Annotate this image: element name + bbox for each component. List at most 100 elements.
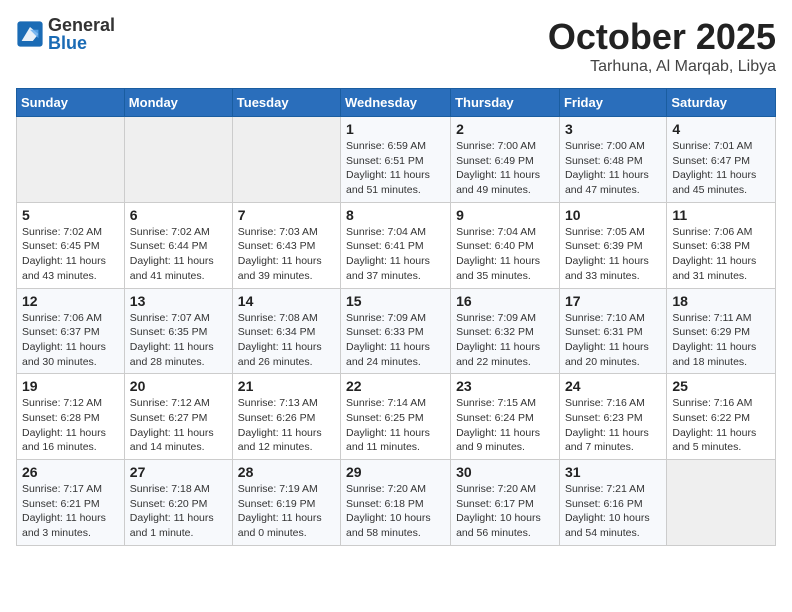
day-number: 30 bbox=[456, 464, 554, 480]
calendar-cell bbox=[232, 117, 340, 203]
day-info: Sunrise: 7:05 AM Sunset: 6:39 PM Dayligh… bbox=[565, 225, 661, 284]
day-number: 11 bbox=[672, 207, 770, 223]
logo-general-text: General bbox=[48, 16, 115, 34]
calendar-cell: 2 Sunrise: 7:00 AM Sunset: 6:49 PM Daylig… bbox=[451, 117, 560, 203]
calendar-cell: 1Sunrise: 6:59 AM Sunset: 6:51 PM Daylig… bbox=[341, 117, 451, 203]
calendar-cell: 10 Sunrise: 7:05 AM Sunset: 6:39 PM Dayli… bbox=[559, 202, 666, 288]
day-number: 4 bbox=[672, 121, 770, 137]
day-number: 31 bbox=[565, 464, 661, 480]
day-number: 24 bbox=[565, 378, 661, 394]
day-info: Sunrise: 7:13 AM Sunset: 6:26 PM Dayligh… bbox=[238, 396, 335, 455]
calendar-cell: 17 Sunrise: 7:10 AM Sunset: 6:31 PM Dayli… bbox=[559, 288, 666, 374]
calendar-week-5: 26Sunrise: 7:17 AM Sunset: 6:21 PM Dayli… bbox=[17, 460, 776, 546]
calendar-cell: 21 Sunrise: 7:13 AM Sunset: 6:26 PM Dayli… bbox=[232, 374, 340, 460]
calendar-cell: 13Sunrise: 7:07 AM Sunset: 6:35 PM Dayli… bbox=[124, 288, 232, 374]
day-number: 7 bbox=[238, 207, 335, 223]
day-info: Sunrise: 7:09 AM Sunset: 6:33 PM Dayligh… bbox=[346, 311, 445, 370]
calendar-cell: 15 Sunrise: 7:09 AM Sunset: 6:33 PM Dayli… bbox=[341, 288, 451, 374]
day-number: 21 bbox=[238, 378, 335, 394]
calendar-cell: 23 Sunrise: 7:15 AM Sunset: 6:24 PM Dayli… bbox=[451, 374, 560, 460]
day-info: Sunrise: 7:18 AM Sunset: 6:20 PM Dayligh… bbox=[130, 482, 227, 541]
calendar-week-1: 1Sunrise: 6:59 AM Sunset: 6:51 PM Daylig… bbox=[17, 117, 776, 203]
calendar-cell: 26Sunrise: 7:17 AM Sunset: 6:21 PM Dayli… bbox=[17, 460, 125, 546]
day-number: 6 bbox=[130, 207, 227, 223]
day-number: 18 bbox=[672, 293, 770, 309]
day-info: Sunrise: 7:03 AM Sunset: 6:43 PM Dayligh… bbox=[238, 225, 335, 284]
day-info: Sunrise: 7:08 AM Sunset: 6:34 PM Dayligh… bbox=[238, 311, 335, 370]
day-info: Sunrise: 7:10 AM Sunset: 6:31 PM Dayligh… bbox=[565, 311, 661, 370]
month-title: October 2025 bbox=[548, 16, 776, 58]
calendar-cell: 16 Sunrise: 7:09 AM Sunset: 6:32 PM Dayli… bbox=[451, 288, 560, 374]
day-info: Sunrise: 7:14 AM Sunset: 6:25 PM Dayligh… bbox=[346, 396, 445, 455]
day-info: Sunrise: 7:04 AM Sunset: 6:41 PM Dayligh… bbox=[346, 225, 445, 284]
calendar-table: SundayMondayTuesdayWednesdayThursdayFrid… bbox=[16, 88, 776, 546]
day-number: 22 bbox=[346, 378, 445, 394]
day-number: 12 bbox=[22, 293, 119, 309]
calendar-cell: 6 Sunrise: 7:02 AM Sunset: 6:44 PM Daylig… bbox=[124, 202, 232, 288]
calendar-cell: 4Sunrise: 7:01 AM Sunset: 6:47 PM Daylig… bbox=[667, 117, 776, 203]
day-info: Sunrise: 7:06 AM Sunset: 6:37 PM Dayligh… bbox=[22, 311, 119, 370]
calendar-week-2: 5Sunrise: 7:02 AM Sunset: 6:45 PM Daylig… bbox=[17, 202, 776, 288]
calendar-cell: 20 Sunrise: 7:12 AM Sunset: 6:27 PM Dayli… bbox=[124, 374, 232, 460]
calendar-cell: 11Sunrise: 7:06 AM Sunset: 6:38 PM Dayli… bbox=[667, 202, 776, 288]
calendar-cell: 22 Sunrise: 7:14 AM Sunset: 6:25 PM Dayli… bbox=[341, 374, 451, 460]
calendar-cell: 7 Sunrise: 7:03 AM Sunset: 6:43 PM Daylig… bbox=[232, 202, 340, 288]
calendar-cell: 3 Sunrise: 7:00 AM Sunset: 6:48 PM Daylig… bbox=[559, 117, 666, 203]
day-number: 16 bbox=[456, 293, 554, 309]
day-info: Sunrise: 7:12 AM Sunset: 6:28 PM Dayligh… bbox=[22, 396, 119, 455]
calendar-cell bbox=[667, 460, 776, 546]
day-number: 3 bbox=[565, 121, 661, 137]
day-info: Sunrise: 7:16 AM Sunset: 6:23 PM Dayligh… bbox=[565, 396, 661, 455]
logo-icon bbox=[16, 20, 44, 48]
day-number: 2 bbox=[456, 121, 554, 137]
day-number: 19 bbox=[22, 378, 119, 394]
calendar-cell: 8 Sunrise: 7:04 AM Sunset: 6:41 PM Daylig… bbox=[341, 202, 451, 288]
day-info: Sunrise: 7:12 AM Sunset: 6:27 PM Dayligh… bbox=[130, 396, 227, 455]
day-info: Sunrise: 7:15 AM Sunset: 6:24 PM Dayligh… bbox=[456, 396, 554, 455]
day-info: Sunrise: 7:16 AM Sunset: 6:22 PM Dayligh… bbox=[672, 396, 770, 455]
calendar-cell: 27 Sunrise: 7:18 AM Sunset: 6:20 PM Dayli… bbox=[124, 460, 232, 546]
day-number: 5 bbox=[22, 207, 119, 223]
day-info: Sunrise: 7:04 AM Sunset: 6:40 PM Dayligh… bbox=[456, 225, 554, 284]
calendar-cell: 19 Sunrise: 7:12 AM Sunset: 6:28 PM Dayli… bbox=[17, 374, 125, 460]
day-info: Sunrise: 7:19 AM Sunset: 6:19 PM Dayligh… bbox=[238, 482, 335, 541]
calendar-cell: 9 Sunrise: 7:04 AM Sunset: 6:40 PM Daylig… bbox=[451, 202, 560, 288]
logo-text: General Blue bbox=[48, 16, 115, 52]
calendar-cell: 24 Sunrise: 7:16 AM Sunset: 6:23 PM Dayli… bbox=[559, 374, 666, 460]
day-number: 23 bbox=[456, 378, 554, 394]
day-number: 20 bbox=[130, 378, 227, 394]
weekday-header-saturday: Saturday bbox=[667, 89, 776, 117]
page-header: General Blue October 2025 Tarhuna, Al Ma… bbox=[16, 16, 776, 76]
calendar-week-4: 19 Sunrise: 7:12 AM Sunset: 6:28 PM Dayli… bbox=[17, 374, 776, 460]
day-number: 25 bbox=[672, 378, 770, 394]
calendar-cell: 29Sunrise: 7:20 AM Sunset: 6:18 PM Dayli… bbox=[341, 460, 451, 546]
logo-blue-text: Blue bbox=[48, 34, 115, 52]
calendar-cell: 31 Sunrise: 7:21 AM Sunset: 6:16 PM Dayli… bbox=[559, 460, 666, 546]
calendar-week-3: 12 Sunrise: 7:06 AM Sunset: 6:37 PM Dayli… bbox=[17, 288, 776, 374]
day-number: 8 bbox=[346, 207, 445, 223]
weekday-header-thursday: Thursday bbox=[451, 89, 560, 117]
day-number: 10 bbox=[565, 207, 661, 223]
weekday-header-monday: Monday bbox=[124, 89, 232, 117]
day-number: 13 bbox=[130, 293, 227, 309]
calendar-cell: 12 Sunrise: 7:06 AM Sunset: 6:37 PM Dayli… bbox=[17, 288, 125, 374]
day-info: Sunrise: 7:21 AM Sunset: 6:16 PM Dayligh… bbox=[565, 482, 661, 541]
day-number: 17 bbox=[565, 293, 661, 309]
day-number: 27 bbox=[130, 464, 227, 480]
day-info: Sunrise: 7:02 AM Sunset: 6:44 PM Dayligh… bbox=[130, 225, 227, 284]
day-number: 15 bbox=[346, 293, 445, 309]
calendar-cell: 18Sunrise: 7:11 AM Sunset: 6:29 PM Dayli… bbox=[667, 288, 776, 374]
day-info: Sunrise: 7:09 AM Sunset: 6:32 PM Dayligh… bbox=[456, 311, 554, 370]
day-number: 9 bbox=[456, 207, 554, 223]
day-info: Sunrise: 7:00 AM Sunset: 6:48 PM Dayligh… bbox=[565, 139, 661, 198]
location: Tarhuna, Al Marqab, Libya bbox=[548, 58, 776, 76]
logo: General Blue bbox=[16, 16, 115, 52]
day-info: Sunrise: 7:00 AM Sunset: 6:49 PM Dayligh… bbox=[456, 139, 554, 198]
weekday-header-wednesday: Wednesday bbox=[341, 89, 451, 117]
weekday-header-sunday: Sunday bbox=[17, 89, 125, 117]
day-number: 29 bbox=[346, 464, 445, 480]
calendar-cell bbox=[17, 117, 125, 203]
day-number: 28 bbox=[238, 464, 335, 480]
day-info: Sunrise: 7:17 AM Sunset: 6:21 PM Dayligh… bbox=[22, 482, 119, 541]
day-info: Sunrise: 7:20 AM Sunset: 6:17 PM Dayligh… bbox=[456, 482, 554, 541]
